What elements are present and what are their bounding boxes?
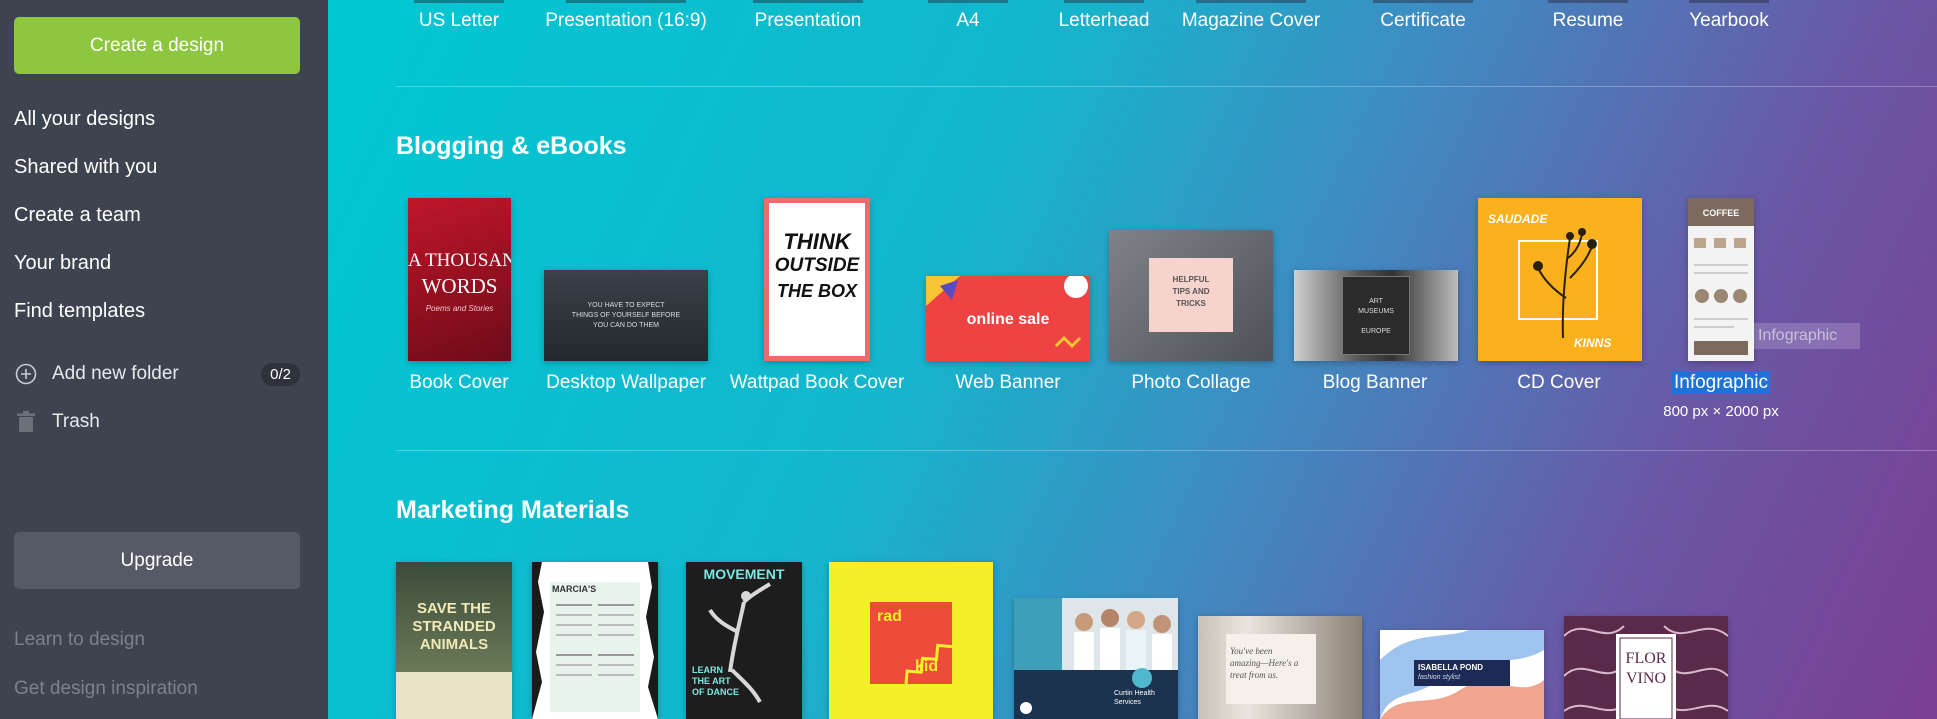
label-wattpad-book-cover[interactable]: Wattpad Book Cover xyxy=(730,372,905,394)
design-inspiration-link[interactable]: Get design inspiration xyxy=(14,678,198,700)
section-title-blogging: Blogging & eBooks xyxy=(396,132,627,160)
trash-label: Trash xyxy=(52,411,100,432)
card-amazing-thumbnail[interactable]: You've been amazing—Here's a treat from … xyxy=(1198,616,1362,719)
blog-banner-thumbnail[interactable]: ART MUSEUMS EUROPE xyxy=(1294,270,1458,361)
card-isabella-thumbnail[interactable]: ISABELLA POND fashion stylist xyxy=(1380,630,1544,719)
label-infographic[interactable]: Infographic xyxy=(1671,371,1771,394)
template-resume[interactable]: Resume xyxy=(1553,10,1624,32)
section-title-marketing: Marketing Materials xyxy=(396,496,630,524)
nav-create-team[interactable]: Create a team xyxy=(14,204,141,227)
wattpad-book-cover-thumbnail[interactable]: THINK OUTSIDE THE BOX xyxy=(764,198,870,361)
thumb-edge xyxy=(1373,0,1473,3)
template-a4[interactable]: A4 xyxy=(956,10,979,32)
learn-to-design-link[interactable]: Learn to design xyxy=(14,629,145,651)
template-us-letter[interactable]: US Letter xyxy=(419,10,499,32)
plus-circle-icon xyxy=(14,362,38,386)
thumb-edge xyxy=(1064,0,1144,3)
flyer-health-thumbnail[interactable]: Curtin Health Services xyxy=(1014,598,1178,719)
label-blog-banner[interactable]: Blog Banner xyxy=(1323,372,1428,394)
template-certificate[interactable]: Certificate xyxy=(1380,10,1466,32)
thumb-edge xyxy=(1548,0,1628,3)
thumb-edge xyxy=(414,0,504,3)
menu-marcias-thumbnail[interactable]: MARCIA'S xyxy=(532,562,658,719)
nav-your-brand[interactable]: Your brand xyxy=(14,252,111,275)
label-book-cover[interactable]: Book Cover xyxy=(409,372,508,394)
label-flor-vino-thumbnail[interactable]: FLOR VINO xyxy=(1564,616,1728,719)
poster-rad-kid-thumbnail[interactable]: rad kid xyxy=(829,562,993,719)
template-presentation[interactable]: Presentation xyxy=(755,10,862,32)
desktop-wallpaper-thumbnail[interactable]: YOU HAVE TO EXPECT THINGS OF YOURSELF BE… xyxy=(544,270,708,361)
thumb-edge xyxy=(566,0,686,3)
template-yearbook[interactable]: Yearbook xyxy=(1689,10,1769,32)
label-cd-cover[interactable]: CD Cover xyxy=(1517,372,1600,394)
infographic-tooltip: Infographic xyxy=(1752,323,1860,349)
thumb-edge xyxy=(1689,0,1769,3)
poster-movement-thumbnail[interactable]: MOVEMENT LEARN THE ART OF DANCE xyxy=(686,562,802,719)
web-banner-thumbnail[interactable]: online sale xyxy=(926,276,1090,361)
folder-count-badge: 0/2 xyxy=(261,362,300,386)
label-infographic-text: Infographic xyxy=(1671,371,1771,394)
template-presentation-16-9[interactable]: Presentation (16:9) xyxy=(545,10,707,32)
section-divider xyxy=(396,86,1937,87)
template-magazine-cover[interactable]: Magazine Cover xyxy=(1182,10,1320,32)
label-photo-collage[interactable]: Photo Collage xyxy=(1131,372,1250,394)
section-divider xyxy=(396,450,1937,451)
book-cover-thumbnail[interactable]: A THOUSAND WORDS Poems and Stories xyxy=(408,198,511,361)
thumb-edge xyxy=(928,0,1008,3)
add-folder-label: Add new folder xyxy=(52,363,179,384)
thumb-edge xyxy=(1196,0,1306,3)
sidebar: Create a design All your designs Shared … xyxy=(0,0,328,719)
nav-shared-with-you[interactable]: Shared with you xyxy=(14,156,157,179)
infographic-size: 800 px × 2000 px xyxy=(1663,403,1779,420)
photo-collage-thumbnail[interactable]: HELPFUL TIPS AND TRICKS xyxy=(1109,230,1273,361)
poster-save-animals-thumbnail[interactable]: SAVE THE STRANDED ANIMALS xyxy=(396,562,512,719)
label-desktop-wallpaper[interactable]: Desktop Wallpaper xyxy=(546,372,706,394)
create-design-button[interactable]: Create a design xyxy=(14,17,300,74)
thumb-edge xyxy=(753,0,863,3)
trash-icon xyxy=(14,410,38,434)
nav-all-designs[interactable]: All your designs xyxy=(14,108,155,131)
label-web-banner[interactable]: Web Banner xyxy=(955,372,1060,394)
main-content: US Letter Presentation (16:9) Presentati… xyxy=(328,0,1937,719)
upgrade-button[interactable]: Upgrade xyxy=(14,532,300,589)
trash-row[interactable]: Trash xyxy=(14,410,300,434)
nav-find-templates[interactable]: Find templates xyxy=(14,300,145,323)
template-letterhead[interactable]: Letterhead xyxy=(1059,10,1150,32)
add-folder-row[interactable]: Add new folder 0/2 xyxy=(14,362,300,386)
cd-cover-thumbnail[interactable]: SAUDADE KINNS xyxy=(1478,198,1642,361)
infographic-thumbnail[interactable]: COFFEE xyxy=(1688,198,1754,361)
